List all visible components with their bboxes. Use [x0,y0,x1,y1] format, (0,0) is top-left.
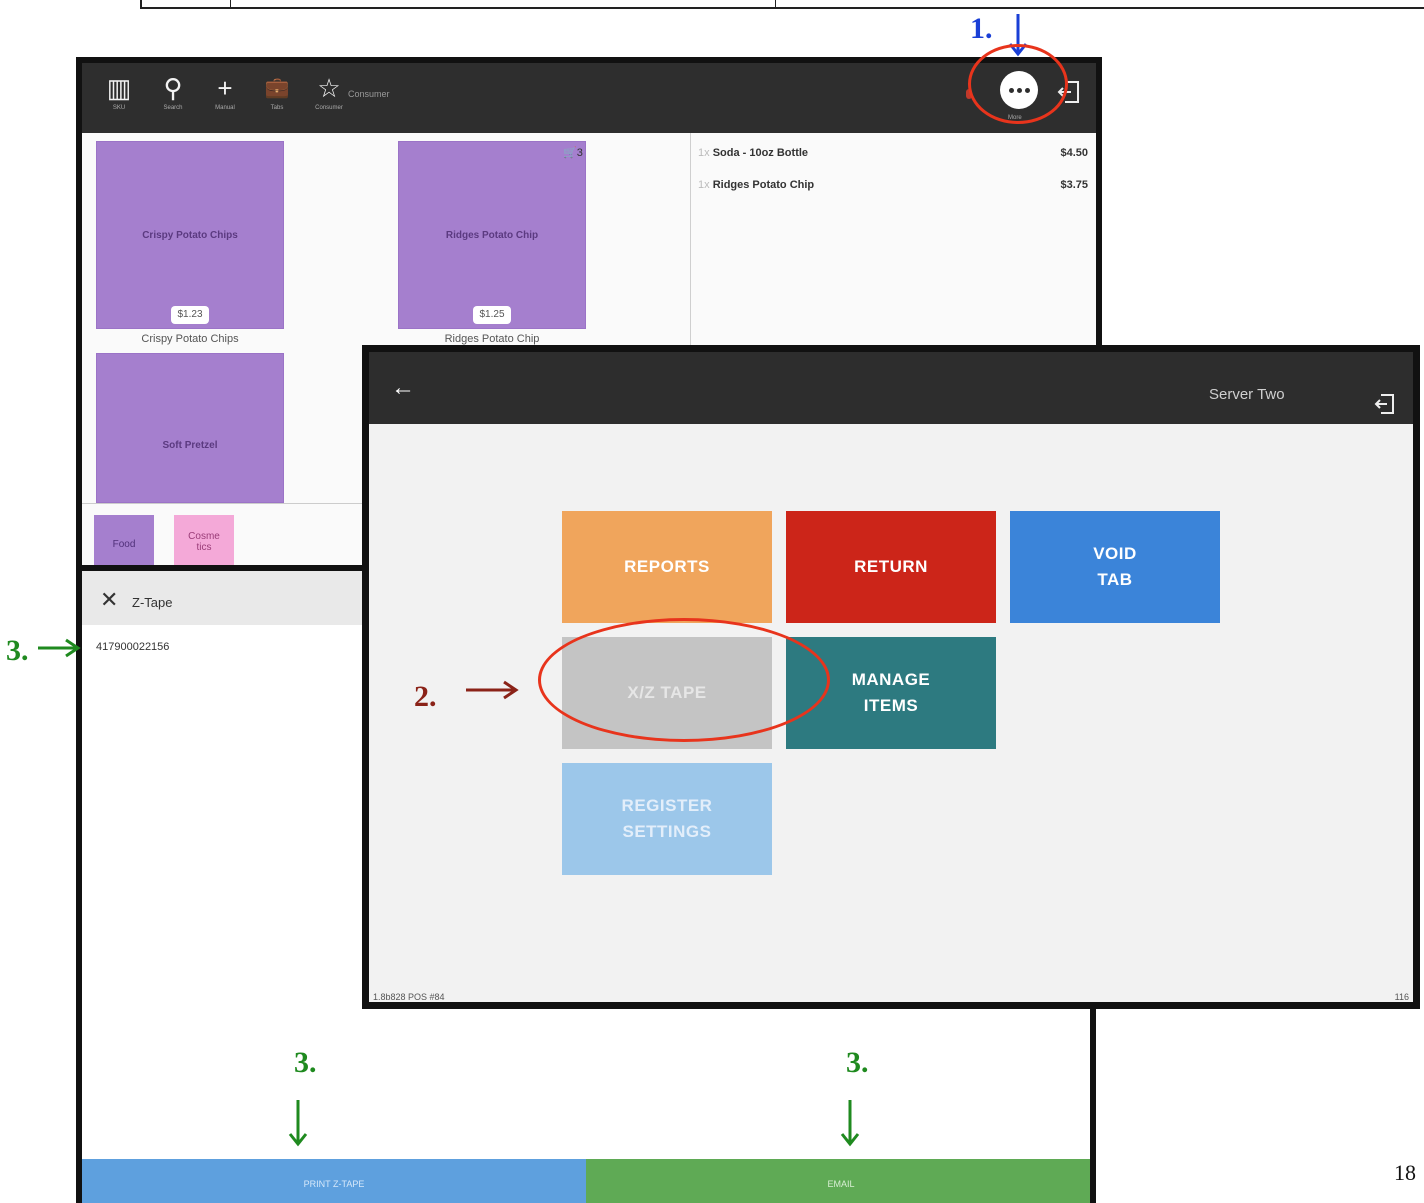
tile-label: TAB [1097,570,1133,589]
back-arrow-icon[interactable]: ← [391,376,415,400]
tile-label: ITEMS [863,696,919,715]
cart-icon: 🛒3 [563,147,583,159]
tile-label: REPORTS [624,557,710,576]
search-icon: ⚲ [163,73,183,103]
search-button[interactable]: ⚲ Search [154,71,192,129]
product-tile[interactable]: Crispy Potato Chips $1.23 [96,141,284,329]
consumer-button[interactable]: ☆ Consumer [310,71,348,129]
pos-toolbar: ▥ SKU ⚲ Search + Manual 💼 Tabs ☆ Consume… [82,63,1096,133]
footer-count: 116 [1394,992,1409,1002]
tile-label: MANAGE [851,670,931,689]
step-1-label: 1. [970,12,993,45]
document-table-edge [140,0,1424,9]
step-3-arrow [840,1100,860,1147]
star-icon: ☆ [317,73,341,103]
briefcase-icon: 💼 [264,77,290,99]
step-2-label: 2. [414,680,437,713]
dialog-title: Z-Tape [132,595,173,610]
barcode-button[interactable]: ▥ SKU [100,71,138,129]
step-2-arrow [466,680,519,700]
table-divider [775,0,776,7]
xz-tape-highlight [538,618,830,742]
order-row[interactable]: 1x Soda - 10oz Bottle $4.50 [698,147,1088,163]
print-ztape-button[interactable]: PRINT Z-TAPE [82,1159,586,1203]
ztape-number: 417900022156 [96,641,170,653]
exit-icon[interactable] [1373,392,1397,416]
step-3-label: 3. [6,634,29,667]
manager-menu-screen: ← Server Two REPORTS RETURN VOID TAB X/Z … [362,345,1420,1009]
plus-icon: + [217,73,233,103]
barcode-icon: ▥ [106,73,132,103]
table-divider [230,0,231,7]
tile-label: RETURN [854,557,928,576]
manager-header: ← Server Two [369,352,1413,424]
user-name: Server Two [1209,386,1285,403]
tile-label: REGISTER [621,796,713,815]
step-3-arrow [288,1100,308,1147]
price-badge: $1.23 [171,306,209,324]
version-label: 1.8b828 POS #84 [373,992,445,1002]
void-tab-tile[interactable]: VOID TAB [1010,511,1220,623]
return-tile[interactable]: RETURN [786,511,996,623]
more-button-highlight [968,44,1068,124]
consumer-label: Consumer [348,89,390,99]
tile-label: VOID [1093,544,1137,563]
step-3-label: 3. [294,1046,317,1079]
manual-button[interactable]: + Manual [206,71,244,129]
page-number: 18 [1394,1160,1416,1185]
reports-tile[interactable]: REPORTS [562,511,772,623]
tile-label: SETTINGS [622,822,712,841]
price-badge: $1.25 [473,306,511,324]
close-icon[interactable]: ✕ [100,589,118,611]
product-tile[interactable]: Ridges Potato Chip $1.25 🛒3 [398,141,586,329]
step-3-label: 3. [846,1046,869,1079]
product-label: Ridges Potato Chip [444,333,540,345]
step-3-arrow [38,638,81,658]
order-row[interactable]: 1x Ridges Potato Chip $3.75 [698,179,1088,195]
product-label: Crispy Potato Chips [141,333,239,345]
register-settings-tile[interactable]: REGISTER SETTINGS [562,763,772,875]
product-tile[interactable]: Soft Pretzel [96,353,284,503]
tabs-button[interactable]: 💼 Tabs [258,71,296,129]
email-button[interactable]: EMAIL [586,1159,1090,1203]
